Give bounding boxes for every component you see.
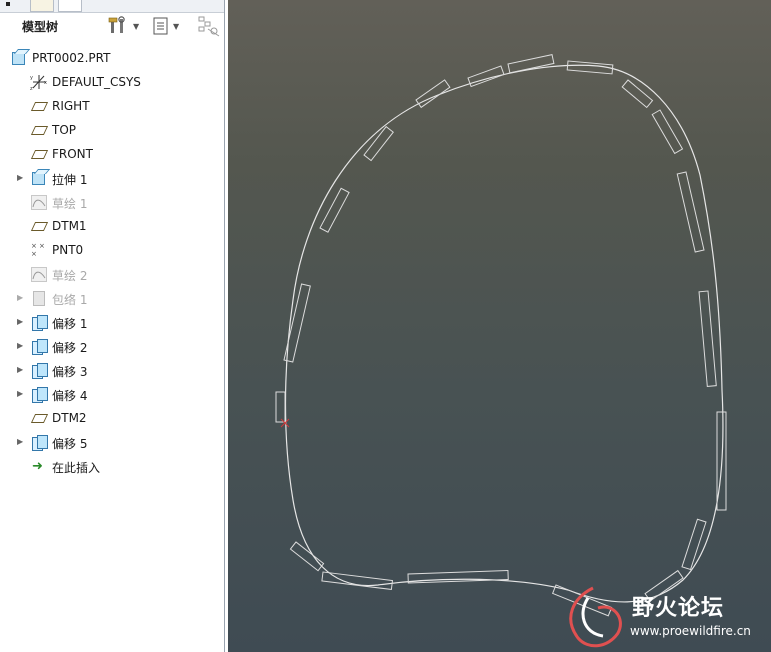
tree-item-prt0002[interactable]: PRT0002.PRT	[0, 47, 222, 69]
tree-item-sketch-1[interactable]: 草绘 1	[0, 191, 222, 213]
offset-icon	[30, 433, 48, 451]
tree-item-top[interactable]: TOP	[0, 119, 222, 141]
svg-text:y: y	[30, 75, 33, 81]
tools-icon	[108, 16, 125, 33]
tree-item-label: 拉伸 1	[52, 173, 88, 187]
tree-item-label: DTM2	[52, 411, 87, 425]
tree-item-front[interactable]: FRONT	[0, 143, 222, 165]
tree-item-dtm2[interactable]: DTM2	[0, 407, 222, 429]
svg-text:×: ×	[31, 242, 37, 250]
offset-icon	[30, 313, 48, 331]
tree-item-pnt0[interactable]: × × × PNT0	[0, 239, 222, 261]
sketch-icon	[30, 193, 48, 211]
navigator-tabs	[0, 0, 224, 13]
model-geometry	[275, 54, 727, 617]
wrap-icon	[30, 289, 48, 307]
csys-icon: y x z	[30, 73, 48, 91]
layer-filter-button[interactable]	[197, 16, 221, 37]
tree-item-extrude-1[interactable]: ▶ 拉伸 1	[0, 167, 222, 189]
tree-item-label: 偏移 4	[52, 389, 88, 403]
tree-item-label: 草绘 1	[52, 197, 88, 211]
expand-arrow-icon[interactable]: ▶	[17, 173, 25, 183]
tree-item-offset-4[interactable]: ▶ 偏移 4	[0, 383, 222, 405]
datum-plane-icon	[30, 121, 49, 139]
pin-icon[interactable]	[6, 2, 10, 6]
expand-arrow-icon[interactable]: ▶	[17, 341, 25, 351]
tab-folder-browser[interactable]	[58, 0, 82, 12]
wrapped-curve-outline	[284, 64, 724, 603]
tree-item-label: FRONT	[52, 147, 93, 161]
datum-point-icon: × × ×	[30, 241, 48, 259]
tree-item-label: PRT0002.PRT	[32, 51, 111, 65]
model-tree-panel: 模型树 ▼ ▼ PRT0002.PRT y x z DEFAULT_CSYS R…	[0, 0, 225, 652]
tree-item-label: 草绘 2	[52, 269, 88, 283]
datum-plane-icon	[30, 409, 49, 427]
forum-watermark: 野火论坛 www.proewildfire.cn	[558, 578, 771, 652]
tree-item-label: PNT0	[52, 243, 84, 257]
tree-item-label: 偏移 3	[52, 365, 88, 379]
tree-item-label: 包络 1	[52, 293, 88, 307]
flame-logo-icon	[569, 586, 622, 648]
offset-icon	[30, 337, 48, 355]
offset-icon	[30, 385, 48, 403]
chevron-down-icon[interactable]: ▼	[173, 22, 179, 31]
model-tree-toolbar: 模型树 ▼ ▼	[0, 13, 224, 41]
tree-item-offset-1[interactable]: ▶ 偏移 1	[0, 311, 222, 333]
list-icon	[153, 17, 168, 35]
tree-item-right[interactable]: RIGHT	[0, 95, 222, 117]
insert-here-arrow-icon: ➜	[32, 459, 43, 474]
svg-text:×: ×	[31, 250, 37, 258]
expand-arrow-icon[interactable]: ▶	[17, 293, 25, 303]
tree-item-offset-2[interactable]: ▶ 偏移 2	[0, 335, 222, 357]
datum-plane-icon	[30, 217, 49, 235]
tree-item-label: 偏移 1	[52, 317, 88, 331]
tree-item-label: DTM1	[52, 219, 87, 233]
tree-item-offset-5[interactable]: ▶ 偏移 5	[0, 431, 222, 453]
hidden-items-icon	[198, 16, 220, 37]
show-options-button[interactable]: ▼	[152, 16, 179, 36]
svg-text:×: ×	[39, 242, 45, 250]
tree-item-dtm1[interactable]: DTM1	[0, 215, 222, 237]
svg-text:x: x	[44, 80, 47, 86]
sketch-icon	[30, 265, 48, 283]
tree-item-label: TOP	[52, 123, 77, 137]
datum-plane-icon	[30, 145, 49, 163]
offset-icon	[30, 361, 48, 379]
model-tree-title: 模型树	[22, 20, 59, 34]
expand-arrow-icon[interactable]: ▶	[17, 389, 25, 399]
tab-model-tree[interactable]	[30, 0, 54, 12]
tree-settings-button[interactable]: ▼	[108, 16, 139, 36]
expand-arrow-icon[interactable]: ▶	[17, 365, 25, 375]
tree-item-default-csys[interactable]: y x z DEFAULT_CSYS	[0, 71, 222, 93]
tree-item-wrap-1[interactable]: ▶ 包络 1	[0, 287, 222, 309]
tree-item-label: 偏移 5	[52, 437, 88, 451]
tree-item-label: 偏移 2	[52, 341, 88, 355]
tree-item-offset-3[interactable]: ▶ 偏移 3	[0, 359, 222, 381]
expand-arrow-icon[interactable]: ▶	[17, 437, 25, 447]
expand-arrow-icon[interactable]: ▶	[17, 317, 25, 327]
watermark-url: www.proewildfire.cn	[630, 624, 751, 638]
tree-item-label: RIGHT	[52, 99, 90, 113]
datum-plane-icon	[30, 97, 49, 115]
graphics-viewport[interactable]: 野火论坛 www.proewildfire.cn	[228, 0, 771, 652]
extrude-icon	[30, 169, 48, 187]
tree-item-label: 在此插入	[52, 461, 101, 475]
watermark-title: 野火论坛	[632, 596, 725, 621]
svg-text:z: z	[30, 86, 33, 91]
tree-item-insert-here[interactable]: ➜ 在此插入	[0, 455, 222, 477]
tree-item-label: DEFAULT_CSYS	[52, 75, 141, 89]
tree-item-sketch-2[interactable]: 草绘 2	[0, 263, 222, 285]
chevron-down-icon[interactable]: ▼	[133, 22, 139, 31]
part-icon	[10, 49, 28, 67]
